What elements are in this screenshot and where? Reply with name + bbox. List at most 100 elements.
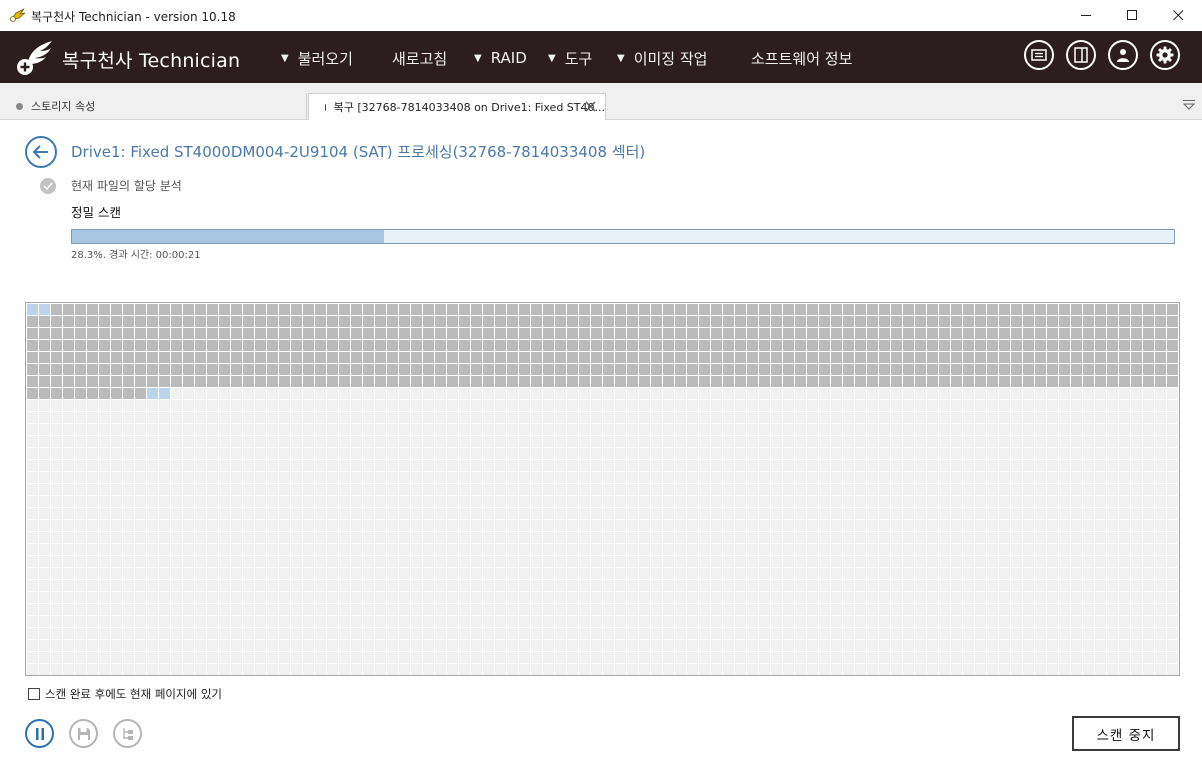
sector-block bbox=[843, 616, 854, 627]
sector-block bbox=[639, 604, 650, 615]
sector-block bbox=[987, 640, 998, 651]
sector-block bbox=[579, 460, 590, 471]
minimize-button[interactable] bbox=[1063, 0, 1109, 31]
sector-block bbox=[1047, 484, 1058, 495]
tab-recovery[interactable]: 복구 [32768-7814033408 on Drive1: Fixed ST… bbox=[308, 93, 606, 120]
user-button[interactable] bbox=[1108, 40, 1138, 70]
menu-load[interactable]: ▼ 불러오기 bbox=[281, 47, 353, 69]
sector-block bbox=[1059, 388, 1070, 399]
sector-block bbox=[783, 628, 794, 639]
sector-block bbox=[279, 580, 290, 591]
sector-block bbox=[99, 664, 110, 675]
sector-block bbox=[39, 580, 50, 591]
sector-block bbox=[567, 496, 578, 507]
sector-block bbox=[459, 616, 470, 627]
close-tab-icon[interactable] bbox=[584, 100, 597, 113]
sector-block bbox=[267, 604, 278, 615]
sector-block bbox=[1083, 532, 1094, 543]
sector-block bbox=[843, 304, 854, 315]
sector-block bbox=[1107, 424, 1118, 435]
menu-tools-label: 도구 bbox=[564, 49, 593, 68]
sector-block bbox=[207, 400, 218, 411]
sector-block bbox=[795, 640, 806, 651]
sector-block bbox=[123, 340, 134, 351]
sector-block bbox=[375, 436, 386, 447]
sector-block bbox=[231, 640, 242, 651]
sector-block bbox=[459, 412, 470, 423]
sector-block bbox=[771, 544, 782, 555]
keep-page-checkbox[interactable] bbox=[28, 688, 40, 700]
sector-block bbox=[219, 628, 230, 639]
menu-imaging[interactable]: ▼ 이미징 작업 bbox=[617, 47, 707, 69]
sector-block bbox=[291, 652, 302, 663]
sector-block bbox=[639, 364, 650, 375]
menu-tools[interactable]: ▼ 도구 bbox=[548, 47, 592, 69]
sector-block bbox=[327, 592, 338, 603]
sector-block bbox=[495, 304, 506, 315]
sector-block bbox=[843, 640, 854, 651]
sector-block bbox=[1011, 304, 1022, 315]
sector-block bbox=[183, 556, 194, 567]
sector-block bbox=[159, 304, 170, 315]
sector-block bbox=[927, 556, 938, 567]
sector-block bbox=[423, 604, 434, 615]
tab-storage-properties[interactable]: 스토리지 속성 bbox=[0, 93, 307, 119]
sector-block bbox=[771, 640, 782, 651]
stop-scan-button[interactable]: 스캔 중지 bbox=[1072, 716, 1180, 751]
sector-block bbox=[339, 340, 350, 351]
sector-block bbox=[735, 604, 746, 615]
sector-block bbox=[1155, 520, 1166, 531]
panel-button[interactable] bbox=[1066, 40, 1096, 70]
sector-block bbox=[1059, 508, 1070, 519]
sector-block bbox=[387, 424, 398, 435]
sector-block bbox=[423, 304, 434, 315]
sector-block bbox=[1071, 520, 1082, 531]
sector-block bbox=[999, 364, 1010, 375]
sector-block bbox=[183, 448, 194, 459]
sector-block bbox=[207, 340, 218, 351]
menu-about[interactable]: 소프트웨어 정보 bbox=[751, 47, 852, 69]
sector-block bbox=[999, 568, 1010, 579]
sector-block bbox=[447, 508, 458, 519]
sector-block bbox=[915, 424, 926, 435]
sector-block bbox=[1095, 484, 1106, 495]
sector-block bbox=[399, 580, 410, 591]
tab-list-dropdown-icon[interactable] bbox=[1182, 99, 1196, 111]
keep-page-label[interactable]: 스캔 완료 후에도 현재 페이지에 있기 bbox=[45, 686, 222, 702]
close-window-button[interactable] bbox=[1155, 0, 1201, 31]
sector-block bbox=[267, 616, 278, 627]
sector-block bbox=[639, 316, 650, 327]
sector-block bbox=[1119, 556, 1130, 567]
card-button[interactable] bbox=[1024, 40, 1054, 70]
sector-block bbox=[243, 532, 254, 543]
menu-raid[interactable]: ▼ RAID bbox=[474, 47, 527, 69]
sector-block bbox=[255, 472, 266, 483]
sector-block bbox=[819, 652, 830, 663]
sector-block bbox=[1083, 388, 1094, 399]
app-header: 복구천사 Technician ▼ 불러오기 새로고침 ▼ RAID ▼ 도구 … bbox=[0, 31, 1202, 83]
sector-block bbox=[807, 388, 818, 399]
sector-block bbox=[63, 460, 74, 471]
menu-refresh[interactable]: 새로고침 bbox=[392, 47, 447, 69]
sector-block bbox=[819, 472, 830, 483]
save-button[interactable] bbox=[69, 719, 98, 748]
pause-button[interactable] bbox=[25, 719, 54, 748]
sector-block bbox=[1119, 604, 1130, 615]
sector-block bbox=[963, 388, 974, 399]
sector-block bbox=[207, 616, 218, 627]
sector-block bbox=[1143, 304, 1154, 315]
sector-block bbox=[483, 532, 494, 543]
sector-block bbox=[531, 628, 542, 639]
maximize-button[interactable] bbox=[1109, 0, 1155, 31]
sector-block bbox=[351, 580, 362, 591]
sector-block bbox=[291, 508, 302, 519]
settings-button[interactable] bbox=[1150, 40, 1180, 70]
back-button[interactable] bbox=[25, 136, 57, 168]
sector-block bbox=[75, 592, 86, 603]
sector-block bbox=[39, 544, 50, 555]
tree-view-button[interactable] bbox=[113, 719, 142, 748]
sector-block bbox=[75, 508, 86, 519]
sector-block bbox=[615, 544, 626, 555]
sector-block bbox=[435, 580, 446, 591]
sector-block bbox=[75, 352, 86, 363]
